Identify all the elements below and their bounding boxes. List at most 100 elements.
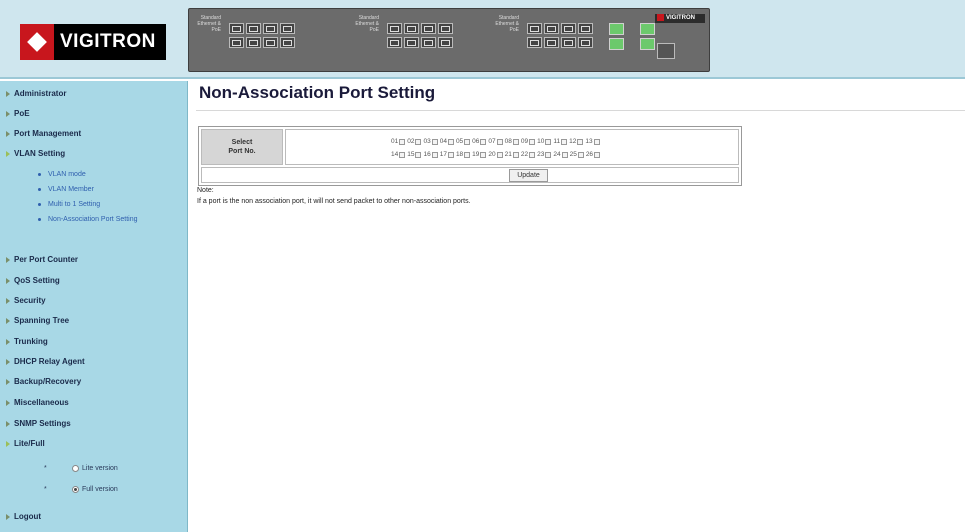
port-checkbox[interactable] [594,151,601,158]
port-icon[interactable] [561,37,576,48]
port-icon[interactable] [246,23,261,34]
sidebar-item-logout[interactable]: Logout [6,512,41,521]
sidebar-item-miscellaneous[interactable]: Miscellaneous [6,398,69,407]
sfp-port-icon[interactable] [640,23,655,35]
sidebar-item-snmp-settings[interactable]: SNMP Settings [6,419,71,428]
port-checkbox-item[interactable]: 13 [585,138,600,145]
sidebar-item-spanning-tree[interactable]: Spanning Tree [6,316,69,325]
port-checkbox-item[interactable]: 01 [391,138,406,145]
port-checkbox-item[interactable]: 12 [569,138,584,145]
sfp-port-icon[interactable] [609,38,624,50]
sidebar-item-administrator[interactable]: Administrator [6,89,66,98]
port-checkbox[interactable] [447,151,454,158]
port-checkbox[interactable] [399,138,406,145]
port-checkbox[interactable] [545,151,552,158]
sfp-port-icon[interactable] [640,38,655,50]
radio-lite[interactable] [72,465,79,472]
port-checkbox[interactable] [464,138,471,145]
radio-full[interactable] [72,486,79,493]
port-checkbox[interactable] [431,151,438,158]
port-icon[interactable] [544,23,559,34]
port-icon[interactable] [561,23,576,34]
sidebar-item-backup-recovery[interactable]: Backup/Recovery [6,377,81,386]
port-checkbox[interactable] [480,151,487,158]
sidebar-item-dhcp-relay-agent[interactable]: DHCP Relay Agent [6,357,85,366]
sidebar-subitem-vlan-member[interactable]: VLAN Member [38,186,158,194]
port-checkbox[interactable] [480,138,487,145]
port-checkbox[interactable] [593,138,600,145]
port-checkbox-item[interactable]: 06 [472,138,487,145]
port-checkbox[interactable] [561,138,568,145]
sidebar-subitem-non-association-port[interactable]: Non-Association Port Setting [38,216,140,224]
sidebar-item-per-port-counter[interactable]: Per Port Counter [6,255,78,264]
port-checkbox-item[interactable]: 03 [423,138,438,145]
port-icon[interactable] [421,37,436,48]
port-checkbox-item[interactable]: 18 [456,151,471,158]
sidebar-item-port-management[interactable]: Port Management [6,129,81,138]
sidebar-subitem-vlan-mode[interactable]: VLAN mode [38,171,158,179]
port-icon[interactable] [527,37,542,48]
port-checkbox[interactable] [561,151,568,158]
port-checkbox[interactable] [512,138,519,145]
port-checkbox[interactable] [431,138,438,145]
port-checkbox[interactable] [577,138,584,145]
port-checkbox[interactable] [415,138,422,145]
sidebar-item-poe[interactable]: PoE [6,109,30,118]
port-checkbox-item[interactable]: 05 [456,138,471,145]
port-checkbox[interactable] [512,151,519,158]
port-checkbox-item[interactable]: 10 [537,138,552,145]
port-icon[interactable] [246,37,261,48]
port-checkbox[interactable] [447,138,454,145]
port-checkbox-item[interactable]: 16 [423,151,438,158]
port-checkbox[interactable] [529,138,536,145]
port-icon[interactable] [527,23,542,34]
port-icon[interactable] [387,23,402,34]
port-icon[interactable] [438,37,453,48]
port-checkbox-item[interactable]: 02 [407,138,422,145]
port-checkbox-item[interactable]: 09 [521,138,536,145]
port-icon[interactable] [421,23,436,34]
port-checkbox-item[interactable]: 17 [440,151,454,158]
full-version-option[interactable]: * Full version [44,486,118,493]
port-checkbox-item[interactable]: 08 [505,138,519,145]
port-checkbox[interactable] [545,138,552,145]
port-icon[interactable] [280,37,295,48]
port-icon[interactable] [578,37,593,48]
port-icon[interactable] [578,23,593,34]
port-icon[interactable] [263,23,278,34]
port-icon[interactable] [387,37,402,48]
port-checkbox[interactable] [529,151,536,158]
reset-button[interactable] [657,43,675,59]
sidebar-item-trunking[interactable]: Trunking [6,337,48,346]
sidebar-item-qos-setting[interactable]: QoS Setting [6,276,60,285]
port-icon[interactable] [438,23,453,34]
port-checkbox-item[interactable]: 11 [553,138,568,145]
port-checkbox[interactable] [496,151,503,158]
port-icon[interactable] [404,37,419,48]
port-checkbox-item[interactable]: 07 [488,138,503,145]
sfp-port-icon[interactable] [609,23,624,35]
port-checkbox[interactable] [464,151,471,158]
port-checkbox-item[interactable]: 14 [391,151,406,158]
lite-version-option[interactable]: * Lite version [44,465,118,472]
port-checkbox-item[interactable]: 21 [505,151,519,158]
port-checkbox-item[interactable]: 19 [472,151,487,158]
port-icon[interactable] [404,23,419,34]
port-icon[interactable] [544,37,559,48]
port-checkbox-item[interactable]: 04 [440,138,454,145]
port-icon[interactable] [229,37,244,48]
sidebar-subitem-multi-to-1[interactable]: Multi to 1 Setting [38,201,158,209]
port-checkbox[interactable] [415,151,422,158]
port-checkbox-item[interactable]: 24 [553,151,568,158]
update-button[interactable]: Update [509,169,548,182]
port-checkbox[interactable] [399,151,406,158]
port-checkbox-item[interactable]: 23 [537,151,552,158]
port-checkbox-item[interactable]: 25 [570,151,584,158]
sidebar-item-security[interactable]: Security [6,296,46,305]
sidebar-item-vlan-setting[interactable]: VLAN Setting [6,149,65,158]
port-checkbox-item[interactable]: 26 [586,151,601,158]
port-checkbox[interactable] [577,151,584,158]
port-checkbox-item[interactable]: 15 [407,151,422,158]
port-icon[interactable] [263,37,278,48]
port-checkbox[interactable] [496,138,503,145]
